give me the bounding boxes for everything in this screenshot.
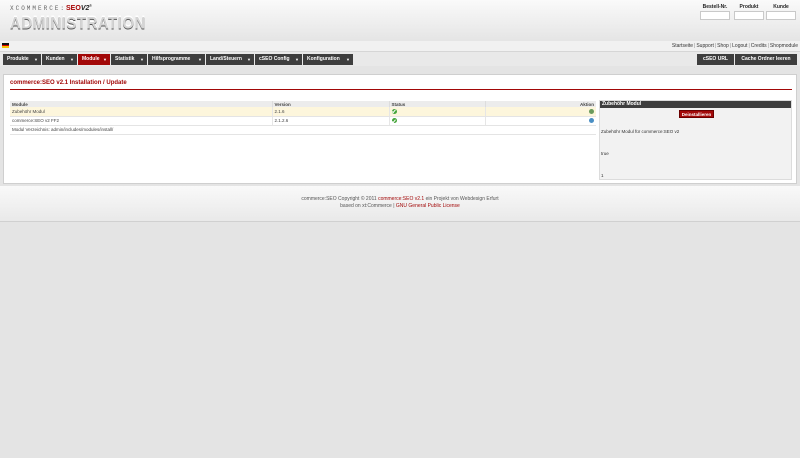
page-title: commerce:SEO v2.1 Installation / Update [10,80,127,86]
main-navigation: Produkte ▼ Kunden ▼ Module ▼ Statistik ▼ Hil… [0,52,800,66]
nav-label: Module [82,56,100,62]
module-action [485,116,596,126]
module-status [389,107,486,117]
nav-produkte[interactable]: Produkte ▼ [3,54,41,65]
quicksearch-order-number: Bestell-Nr. [700,3,730,20]
modules-table: Module Version Status Aktion Zubehöhr Mo… [10,101,596,135]
link-logout[interactable]: Logout [732,43,747,49]
content-panel: commerce:SEO v2.1 Installation / Update … [3,74,797,184]
quicksearch-label: Bestell-Nr. [702,4,728,10]
nav-konfiguration[interactable]: Konfiguration ▼ [303,54,353,65]
cseo-url-button[interactable]: cSEO URL [697,54,734,65]
module-value-status: true [601,151,609,156]
table-row[interactable]: Zubehöhr Modul 2.1.6 [10,107,596,117]
nav-label: cSEO Config [259,56,290,62]
table-row[interactable]: commerce:SEO v2 FF2 2.1.2.6 [10,116,596,126]
nav-label: Produkte [7,56,29,62]
link-support[interactable]: Support [696,43,714,49]
quicksearch-label: Produkt [739,4,759,10]
nav-label: Land/Steuern [210,56,242,62]
module-action [485,107,596,117]
module-version: 2.1.6 [272,107,390,117]
module-description: Zubehöhr Modul für commerce:SEO v2 [601,129,680,134]
module-version: 2.1.2.6 [272,116,390,126]
module-directory-label: Modul Verzeichnis: admin/includes/module… [10,125,596,135]
nav-label: Hilfsprogramme [152,56,191,62]
module-status [389,116,486,126]
project-text: ein Projekt von Webdesign Erfurt [425,196,499,202]
chevron-down-icon: ▼ [247,57,251,62]
chevron-down-icon: ▼ [198,57,202,62]
customer-input[interactable] [766,11,796,20]
order-number-input[interactable] [700,11,730,20]
link-startseite[interactable]: Startseite [672,43,693,49]
nav-cseo-config[interactable]: cSEO Config ▼ [255,54,302,65]
top-links: Startseite|Support|Shop|Logout|Credits|S… [672,43,798,49]
nav-module[interactable]: Module ▼ [78,54,110,65]
german-flag-icon[interactable] [2,43,9,48]
chevron-down-icon: ▼ [70,57,74,62]
clear-cache-button[interactable]: Cache Ordner leeren [735,54,797,65]
quicksearch-customer: Kunde [766,3,796,20]
based-on-text: based on xt:Commerce | [340,203,395,209]
gpl-license-link[interactable]: GNU General Public License [396,203,460,209]
chevron-down-icon: ▼ [346,57,350,62]
ok-icon [391,118,397,124]
nav-hilfsprogramme[interactable]: Hilfsprogramme ▼ [148,54,205,65]
nav-label: Statistik [115,56,135,62]
copyright-text: commerce:SEO Copyright © 2011 [301,196,377,202]
quicksearch-label: Kunde [773,4,789,10]
link-credits[interactable]: Credits [751,43,767,49]
nav-statistik[interactable]: Statistik ▼ [111,54,147,65]
link-shop[interactable]: Shop [717,43,729,49]
top-links-bar: Startseite|Support|Shop|Logout|Credits|S… [0,41,800,52]
logo-title: ADMINISTRATION [10,14,146,33]
page-footer: commerce:SEO Copyright © 2011 commerce:S… [0,186,800,222]
nav-kunden[interactable]: Kunden ▼ [42,54,77,65]
cseo-version-link[interactable]: commerce:SEO v2.1 [378,196,424,202]
footer-license: based on xt:Commerce | GNU General Publi… [0,203,800,209]
quicksearch-product: Produkt [734,3,764,20]
link-shopmodule[interactable]: Shopmodule [770,43,798,49]
commerce-seo-logo[interactable]: XCOMMERCE:SEOV2® ADMINISTRATION [10,5,146,37]
module-name: commerce:SEO v2 FF2 [10,116,273,126]
chevron-down-icon: ▼ [140,57,144,62]
module-detail-box: Zubehöhr Modul Deinstallieren Zubehöhr M… [599,100,792,180]
nav-label: Konfiguration [307,56,340,62]
chevron-down-icon: ▼ [103,57,107,62]
table-footer-row: Modul Verzeichnis: admin/includes/module… [10,125,596,135]
nav-land-steuern[interactable]: Land/Steuern ▼ [206,54,254,65]
chevron-down-icon: ▼ [295,57,299,62]
module-name: Zubehöhr Modul [10,107,273,117]
ok-icon [391,108,397,114]
footer-copyright: commerce:SEO Copyright © 2011 commerce:S… [0,196,800,202]
product-input[interactable] [734,11,764,20]
admin-header: XCOMMERCE:SEOV2® ADMINISTRATION Bestell-… [0,0,800,46]
nav-label: Kunden [46,56,65,62]
uninstall-button[interactable]: Deinstallieren [679,110,714,118]
module-value-sort: 1 [601,173,604,178]
info-icon[interactable] [589,118,594,124]
chevron-down-icon: ▼ [34,57,38,62]
logo-tagline: XCOMMERCE:SEOV2® [10,5,92,12]
title-divider [10,89,792,90]
arrow-right-icon[interactable] [589,108,594,114]
module-detail-title: Zubehöhr Modul [600,101,791,108]
